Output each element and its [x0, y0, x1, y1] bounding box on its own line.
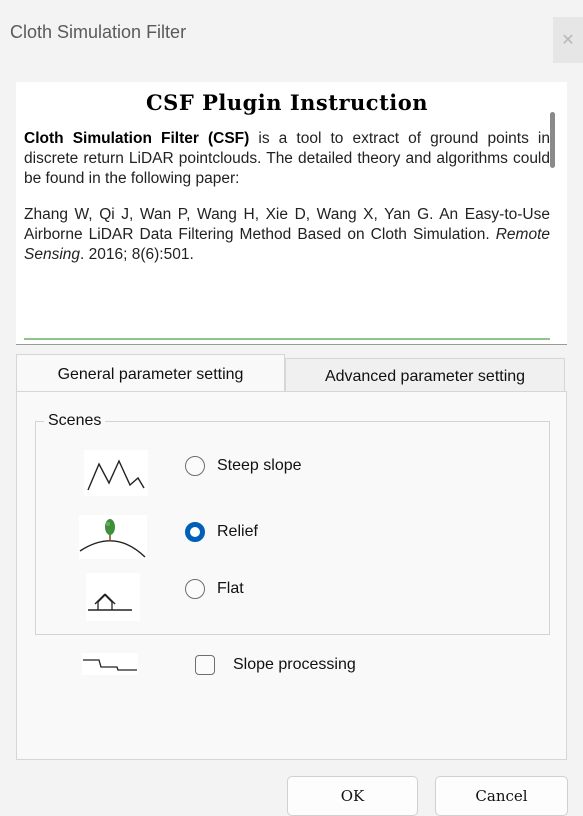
instruction-intro: Cloth Simulation Filter (CSF) is a tool … [24, 129, 550, 189]
window-title: Cloth Simulation Filter [10, 22, 187, 42]
instruction-content: CSF Plugin Instruction Cloth Simulation … [24, 82, 550, 265]
ref-tail: . 2016; 8(6):501. [80, 246, 194, 263]
flat-radio[interactable] [185, 579, 205, 599]
flat-icon [86, 573, 140, 621]
splitter[interactable] [16, 344, 567, 345]
close-icon: ✕ [561, 32, 575, 49]
instruction-panel[interactable]: CSF Plugin Instruction Cloth Simulation … [16, 82, 567, 344]
instruction-heading: CSF Plugin Instruction [145, 90, 429, 115]
steep-slope-icon [84, 450, 148, 496]
instruction-scrollbar[interactable] [550, 112, 555, 168]
ref-authors: Zhang W, Qi J, Wan P, Wang H, Xie D, Wan… [24, 206, 550, 243]
slope-processing-label: Slope processing [233, 656, 356, 673]
steep-slope-label: Steep slope [217, 457, 302, 474]
slope-processing-checkbox[interactable] [195, 655, 215, 675]
relief-label: Relief [217, 523, 258, 540]
step-icon [82, 653, 138, 675]
intro-bold: Cloth Simulation Filter (CSF) [24, 130, 250, 147]
cancel-button[interactable]: Cancel [435, 776, 568, 816]
relief-icon [79, 515, 147, 559]
scenes-group-label: Scenes [44, 412, 106, 430]
steep-slope-radio[interactable] [185, 456, 205, 476]
instruction-reference: Zhang W, Qi J, Wan P, Wang H, Xie D, Wan… [24, 205, 550, 265]
tab-general[interactable]: General parameter setting [16, 354, 285, 392]
ok-button[interactable]: OK [287, 776, 418, 816]
tab-advanced[interactable]: Advanced parameter setting [285, 358, 565, 392]
relief-radio[interactable] [185, 522, 205, 542]
close-button[interactable]: ✕ [553, 17, 583, 63]
title-bar: Cloth Simulation Filter ✕ [0, 0, 583, 64]
section-divider [24, 338, 550, 340]
flat-label: Flat [217, 580, 244, 597]
